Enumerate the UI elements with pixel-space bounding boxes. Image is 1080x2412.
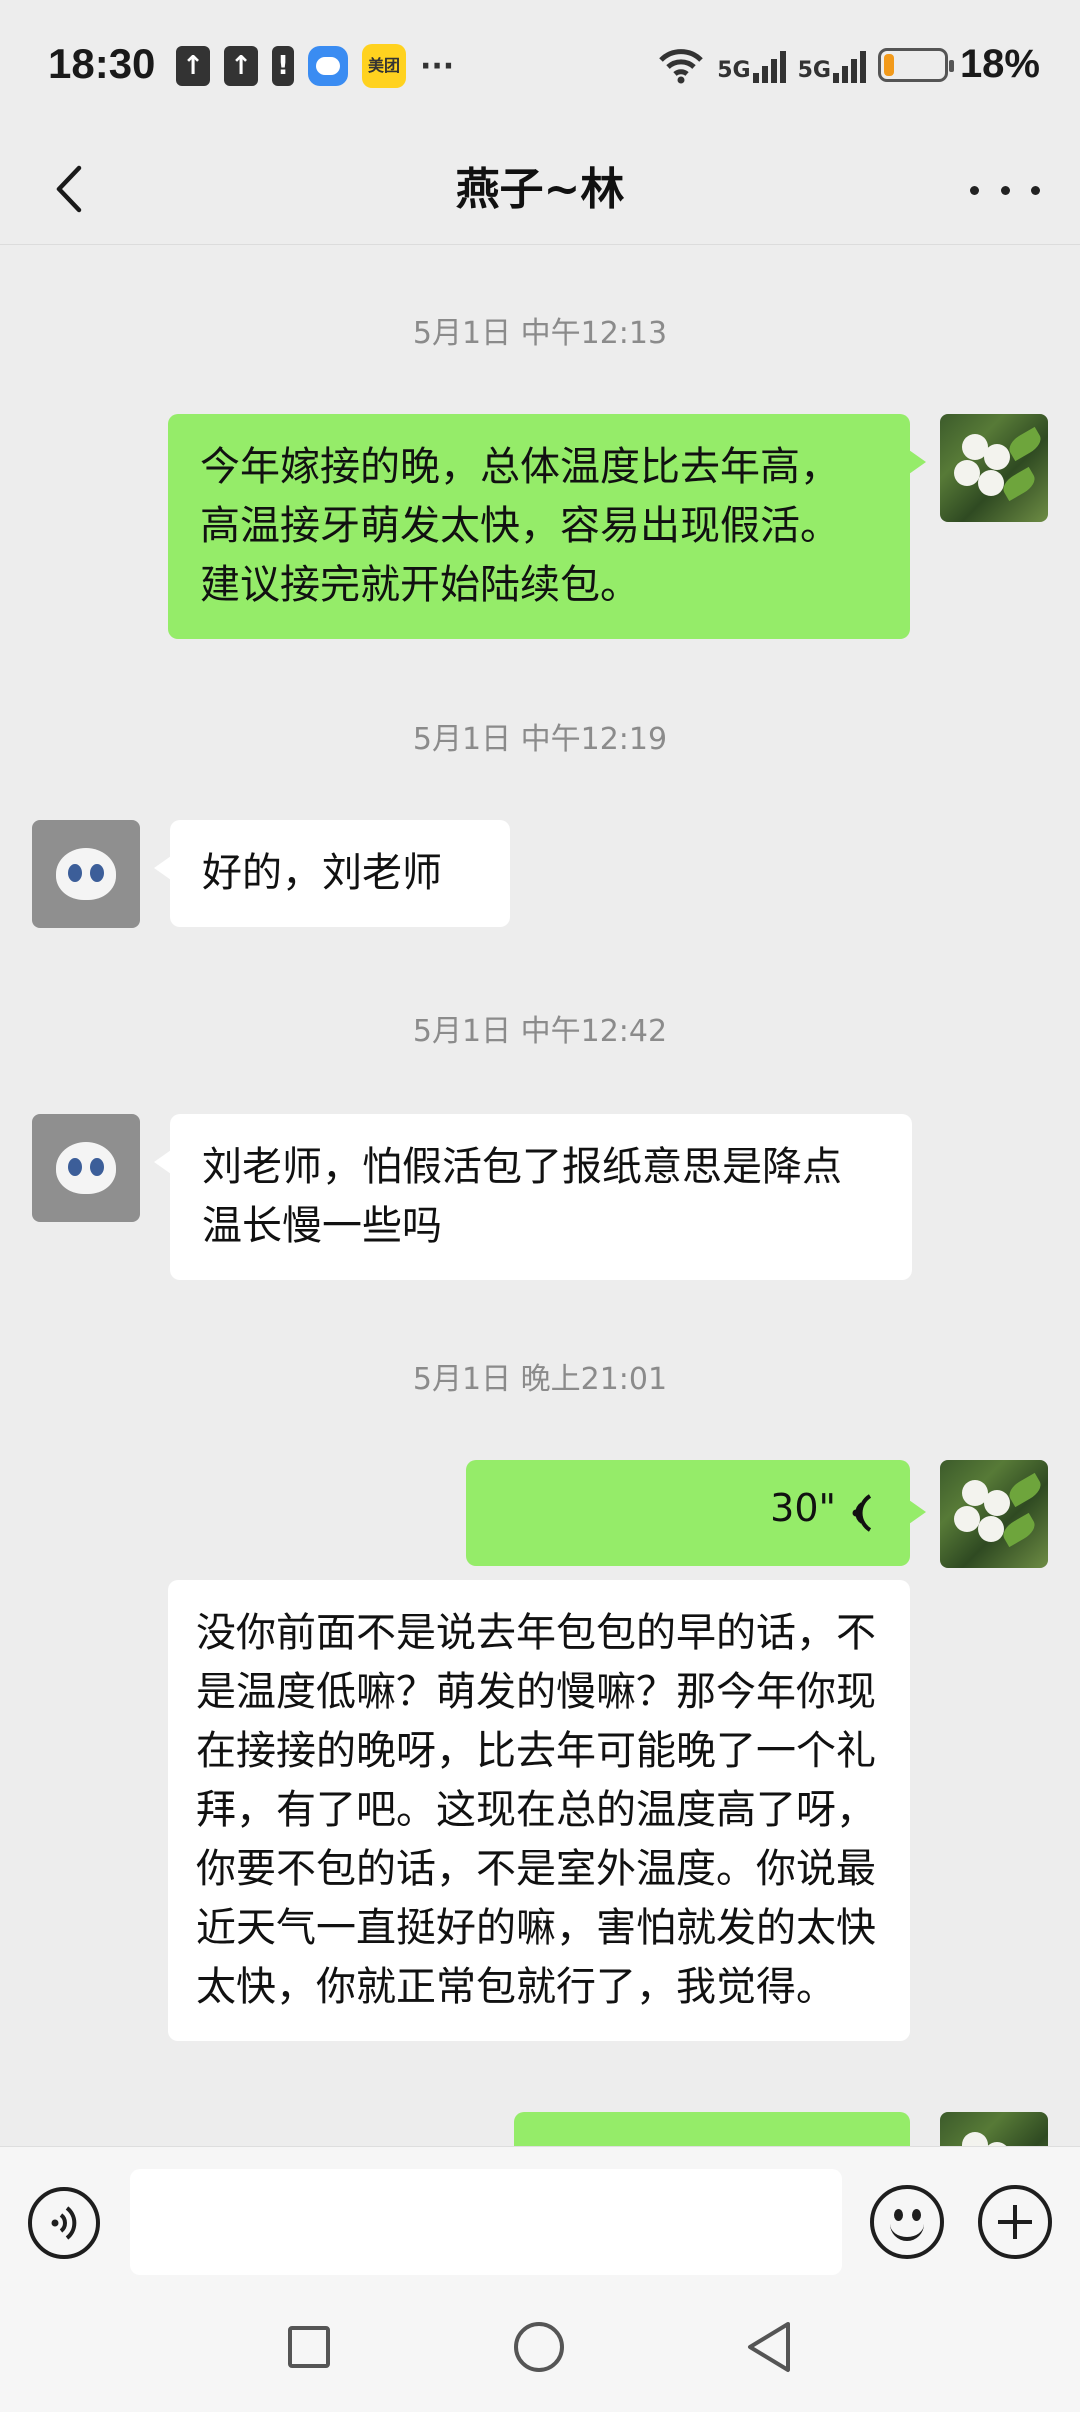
chat-header: 燕子~林 [0,135,1080,245]
more-functions-button[interactable] [978,2185,1052,2259]
recent-apps-button[interactable] [288,2326,330,2368]
my-avatar[interactable] [940,1460,1048,1568]
status-bar: 18:30 ↑ ↑ ! 美团 ··· 5G 5G 18% [0,0,1080,135]
contact-avatar[interactable] [32,1114,140,1222]
system-navigation-bar [0,2296,1080,2412]
message-icon [308,46,348,86]
network-type-label: 5G [797,57,831,83]
sent-message-bubble[interactable]: 今年嫁接的晚，总体温度比去年高，高温接牙萌发太快，容易出现假活。建议接完就开始陆… [168,414,926,639]
upload-icon: ↑ [176,46,210,86]
battery-level [883,53,895,76]
signal-5g-2: 5G [798,47,866,83]
message-list[interactable]: 5月1日 中午12:13 今年嫁接的晚，总体温度比去年高，高温接牙萌发太快，容易… [0,246,1080,2146]
wifi-icon [659,48,703,83]
snow-leopard-icon [56,1142,116,1194]
voice-message-bubble[interactable] [514,2112,910,2146]
voice-wave-icon [51,2206,77,2240]
voice-input-button[interactable] [28,2187,100,2259]
chat-title: 燕子~林 [455,164,625,215]
signal-bars-icon [832,47,866,83]
emoji-button[interactable] [870,2185,944,2259]
voice-transcript-bubble[interactable]: 没你前面不是说去年包包的早的话，不是温度低嘛？萌发的慢嘛？那今年你现在接接的晚呀… [168,1580,910,2041]
meituan-icon: 美团 [362,44,406,88]
snow-leopard-icon [56,848,116,900]
timestamp: 5月1日 晚上21:01 [412,1362,668,1397]
voice-duration: 30" [770,1486,836,1530]
notification-icons: ↑ ↑ ! 美团 ··· [176,44,454,88]
message-input[interactable] [130,2169,842,2275]
my-avatar[interactable] [940,2112,1048,2146]
status-time: 18:30 [48,40,156,87]
timestamp: 5月1日 中午12:42 [412,1014,668,1049]
timestamp: 5月1日 中午12:13 [412,316,668,351]
received-message-bubble[interactable]: 刘老师，怕假活包了报纸意思是降点温长慢一些吗 [154,1114,912,1280]
voice-message-bubble[interactable]: 30" [466,1460,926,1566]
input-bar [0,2146,1080,2296]
home-button[interactable] [514,2322,564,2372]
received-message-bubble[interactable]: 好的，刘老师 [154,820,510,927]
more-button[interactable] [970,165,1040,215]
system-status: 5G 5G 18% [657,42,1040,87]
my-avatar[interactable] [940,414,1048,522]
battery-percent: 18% [959,42,1040,86]
more-dot [1000,185,1010,195]
battery-icon [877,47,954,82]
voice-wave-icon [852,1494,872,1532]
signal-bars-icon [752,47,786,83]
more-dot [1031,185,1040,195]
contact-avatar[interactable] [32,820,140,928]
alert-icon: ! [272,46,294,86]
signal-5g-1: 5G [717,47,786,83]
network-type-label: 5G [717,57,751,83]
upload-icon: ↑ [224,46,258,86]
more-dot [970,185,979,195]
back-triangle-button[interactable] [744,2320,794,2374]
timestamp: 5月1日 中午12:19 [412,722,668,757]
more-notifications-icon: ··· [420,48,455,84]
